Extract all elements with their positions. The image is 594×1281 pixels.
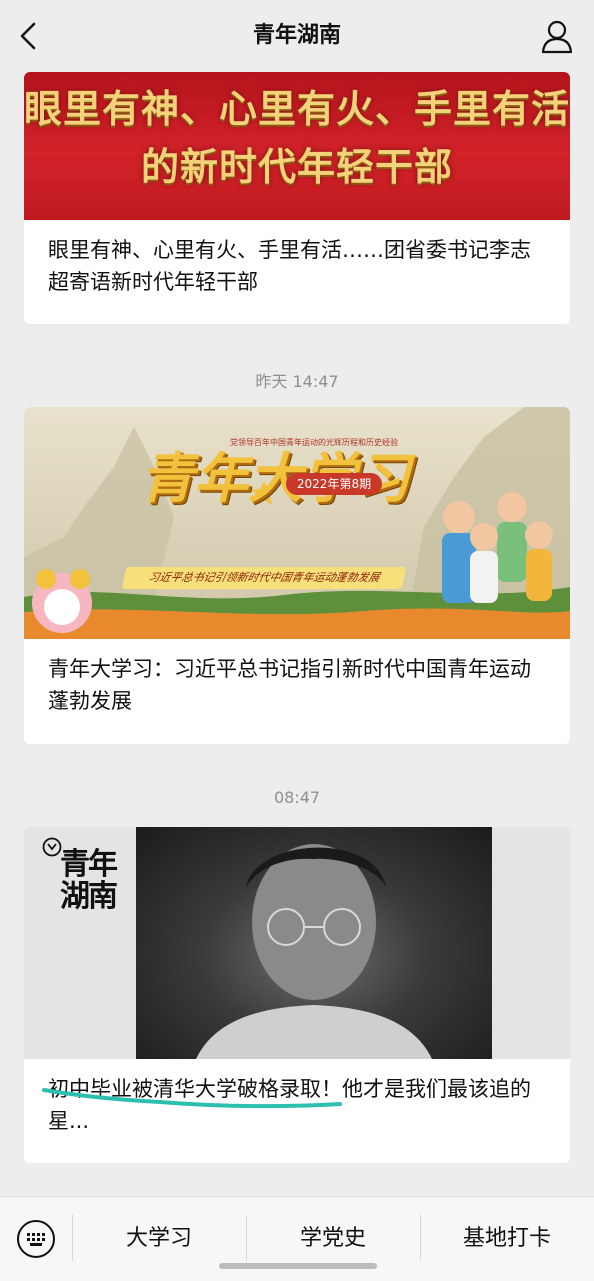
- portrait-photo: [136, 827, 492, 1059]
- brand-logo-text: 青年湖南: [60, 847, 118, 914]
- cover-text-line: 的新时代年轻干部: [140, 144, 453, 189]
- article-cover-image: 青年湖南: [24, 827, 570, 1059]
- top-nav-bar: 青年湖南: [0, 0, 594, 72]
- article-cover-image: 党领导百年中国青年运动的光辉历程和历史经验 青年大学习 2022年第8期 习近平…: [24, 407, 570, 639]
- profile-icon[interactable]: [540, 18, 574, 54]
- cover-subtitle: 习近平总书记引领新时代中国青年运动蓬勃发展: [121, 567, 407, 589]
- brand-logo-icon: [42, 837, 62, 857]
- cover-text-line: 眼里有神、心里有火、手里有活: [24, 86, 570, 131]
- article-cover-image: 眼里有神、心里有火、手里有活 的新时代年轻干部: [24, 72, 570, 220]
- message-timestamp: 昨天 14:47: [255, 372, 339, 391]
- issue-badge: 2022年第8期: [286, 473, 382, 495]
- article-card[interactable]: 青年湖南 初中毕业被清华大学破格录取！他才是我们最该追的星...: [24, 827, 570, 1163]
- article-card[interactable]: 眼里有神、心里有火、手里有活 的新时代年轻干部 眼里有神、心里有火、手里有活………: [24, 72, 570, 324]
- article-title[interactable]: 眼里有神、心里有火、手里有活……团省委书记李志超寄语新时代年轻干部: [48, 234, 548, 298]
- article-title[interactable]: 青年大学习：习近平总书记指引新时代中国青年运动蓬勃发展: [48, 653, 548, 717]
- page-title: 青年湖南: [252, 23, 341, 48]
- menu-item-ji-di-da-ka[interactable]: 基地打卡: [420, 1197, 594, 1281]
- message-feed[interactable]: 眼里有神、心里有火、手里有活 的新时代年轻干部 眼里有神、心里有火、手里有活………: [0, 72, 594, 1196]
- home-indicator[interactable]: [219, 1263, 377, 1269]
- message-timestamp: 08:47: [273, 788, 321, 807]
- article-card[interactable]: 党领导百年中国青年运动的光辉历程和历史经验 青年大学习 2022年第8期 习近平…: [24, 407, 570, 744]
- keyboard-toggle-icon[interactable]: [16, 1219, 56, 1259]
- article-title[interactable]: 初中毕业被清华大学破格录取！他才是我们最该追的星...: [48, 1073, 548, 1137]
